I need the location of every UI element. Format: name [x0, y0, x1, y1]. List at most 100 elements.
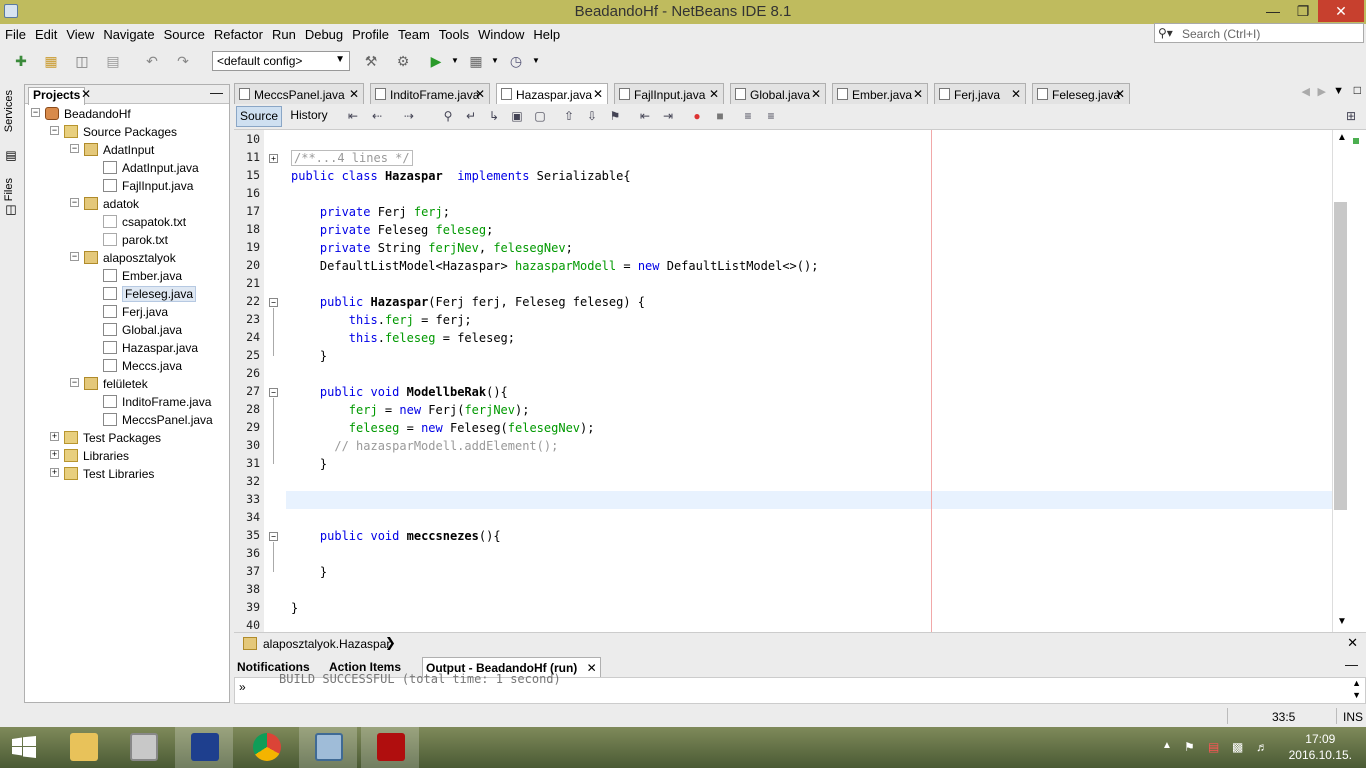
new-file-icon[interactable]: ✚ — [10, 51, 32, 71]
tree-item[interactable]: − felületek — [25, 375, 229, 393]
collapse-icon[interactable]: − — [70, 198, 79, 207]
menu-source[interactable]: Source — [160, 24, 209, 42]
save-all-icon[interactable]: ▤ — [102, 51, 124, 71]
tree-item[interactable]: Hazaspar.java — [25, 339, 229, 357]
collapse-icon[interactable]: − — [70, 252, 79, 261]
menu-file[interactable]: File — [1, 24, 30, 42]
forward-icon[interactable]: ⇢ — [400, 108, 418, 125]
editor-scrollbar[interactable]: ▲ ▼ — [1332, 130, 1366, 632]
clock[interactable]: 17:09 2016.10.15. — [1289, 731, 1352, 763]
breadcrumb-path[interactable]: alaposztalyok.Hazaspar — [263, 637, 390, 651]
expand-icon[interactable]: + — [50, 450, 59, 459]
output-scroll-down-icon[interactable]: ▼ — [1352, 690, 1361, 700]
editor-tab[interactable]: Hazaspar.java ✕ — [496, 83, 608, 104]
collapse-icon[interactable]: − — [70, 144, 79, 153]
source-view-button[interactable]: Source — [236, 106, 282, 127]
scroll-down-icon[interactable]: ▼ — [1337, 616, 1347, 627]
minimize-panel-icon[interactable]: — — [210, 85, 223, 100]
output-scroll-up-icon[interactable]: ▲ — [1352, 678, 1361, 688]
open-project-icon[interactable]: ◫ — [71, 51, 93, 71]
menu-run[interactable]: Run — [268, 24, 300, 42]
tree-item[interactable]: − BeadandoHf — [25, 105, 229, 123]
editor-tab[interactable]: MeccsPanel.java ✕ — [234, 83, 364, 104]
search-input[interactable]: ⚲▾ Search (Ctrl+I) — [1154, 23, 1364, 43]
tree-item[interactable]: Global.java — [25, 321, 229, 339]
tree-item[interactable]: Feleseg.java — [25, 285, 229, 303]
menu-edit[interactable]: Edit — [31, 24, 61, 42]
tree-item[interactable]: FajlInput.java — [25, 177, 229, 195]
collapse-icon[interactable]: − — [31, 108, 40, 117]
undo-icon[interactable]: ↶ — [141, 51, 163, 71]
projects-tab[interactable]: Projects — [28, 87, 86, 105]
close-tab-icon[interactable]: ✕ — [349, 87, 359, 101]
editor-tab[interactable]: Global.java ✕ — [730, 83, 826, 104]
scrollbar-thumb[interactable] — [1334, 202, 1347, 510]
close-tab-icon[interactable]: ✕ — [475, 87, 485, 101]
record-macro-icon[interactable]: ● — [688, 108, 706, 125]
editor-tab[interactable]: FajlInput.java ✕ — [614, 83, 724, 104]
new-project-icon[interactable]: ▦ — [40, 51, 62, 71]
comment-icon[interactable]: ≡ — [739, 108, 757, 125]
menu-profile[interactable]: Profile — [348, 24, 393, 42]
shift-left-icon[interactable]: ⇤ — [636, 108, 654, 125]
file-explorer-task[interactable] — [54, 727, 112, 768]
tree-item[interactable]: − AdatInput — [25, 141, 229, 159]
tree-item[interactable]: InditoFrame.java — [25, 393, 229, 411]
scroll-up-icon[interactable]: ▲ — [1337, 132, 1347, 143]
find-next-icon[interactable]: ↳ — [485, 108, 503, 125]
tray-expand-icon[interactable]: ▲ — [1162, 740, 1172, 751]
find-previous-icon[interactable]: ↵ — [462, 108, 480, 125]
collapse-fold-icon[interactable]: − — [269, 532, 278, 541]
next-bookmark-icon[interactable]: ⇩ — [583, 108, 601, 125]
debug-dropdown-icon[interactable]: ▼ — [484, 51, 506, 71]
collapse-fold-icon[interactable]: − — [269, 388, 278, 397]
network-icon[interactable]: ▩ — [1232, 740, 1243, 754]
volume-icon[interactable]: ♬ — [1256, 740, 1268, 754]
menu-navigate[interactable]: Navigate — [99, 24, 158, 42]
toggle-highlight-icon[interactable]: ▣ — [508, 108, 526, 125]
close-button[interactable]: ✕ — [1318, 0, 1364, 22]
menu-refactor[interactable]: Refactor — [210, 24, 267, 42]
netbeans-task[interactable] — [299, 727, 357, 768]
editor-tab[interactable]: Ferj.java ✕ — [934, 83, 1026, 104]
back-icon[interactable]: ⇠ — [368, 108, 386, 125]
close-tab-icon[interactable]: ✕ — [913, 87, 923, 101]
tree-item[interactable]: − Source Packages — [25, 123, 229, 141]
tree-item[interactable]: Ember.java — [25, 267, 229, 285]
clean-build-icon[interactable]: ⚙ — [392, 51, 414, 71]
menu-tools[interactable]: Tools — [435, 24, 473, 42]
history-view-button[interactable]: History — [286, 106, 332, 127]
tab-list-icon[interactable]: ▼ — [1333, 85, 1344, 97]
expand-icon[interactable]: + — [50, 432, 59, 441]
start-button[interactable] — [0, 727, 58, 768]
tree-item[interactable]: + Libraries — [25, 447, 229, 465]
scroll-right-icon[interactable]: ▶ — [1318, 85, 1326, 98]
profile-project-icon[interactable]: ◷ — [505, 51, 527, 71]
tree-item[interactable]: − alaposztalyok — [25, 249, 229, 267]
files-tab[interactable]: Files — [3, 178, 15, 201]
editor-tab[interactable]: Ember.java ✕ — [832, 83, 928, 104]
redo-icon[interactable]: ↷ — [172, 51, 194, 71]
tree-item[interactable]: + Test Packages — [25, 429, 229, 447]
build-hammer-icon[interactable]: ⚒ — [360, 51, 382, 71]
shift-right-icon[interactable]: ⇥ — [659, 108, 677, 125]
save-task[interactable] — [175, 727, 233, 768]
toggle-bookmark-icon[interactable]: ⚑ — [606, 108, 624, 125]
config-select[interactable]: <default config> ▼ — [212, 51, 350, 71]
editor-tab[interactable]: Feleseg.java ✕ — [1032, 83, 1130, 104]
menu-window[interactable]: Window — [474, 24, 528, 42]
tree-item[interactable]: csapatok.txt — [25, 213, 229, 231]
tree-item[interactable]: parok.txt — [25, 231, 229, 249]
collapse-icon[interactable]: − — [70, 378, 79, 387]
tree-item[interactable]: Ferj.java — [25, 303, 229, 321]
minimize-button[interactable]: — — [1258, 0, 1288, 22]
close-tab-icon[interactable]: ✕ — [811, 87, 821, 101]
expand-fold-icon[interactable]: + — [269, 154, 278, 163]
expand-icon[interactable]: + — [50, 468, 59, 477]
menu-debug[interactable]: Debug — [301, 24, 347, 42]
stop-macro-icon[interactable]: ■ — [711, 108, 729, 125]
tree-item[interactable]: AdatInput.java — [25, 159, 229, 177]
close-tab-icon[interactable]: ✕ — [1011, 87, 1021, 101]
close-tab-icon[interactable]: ✕ — [1115, 87, 1125, 101]
tree-item[interactable]: MeccsPanel.java — [25, 411, 229, 429]
